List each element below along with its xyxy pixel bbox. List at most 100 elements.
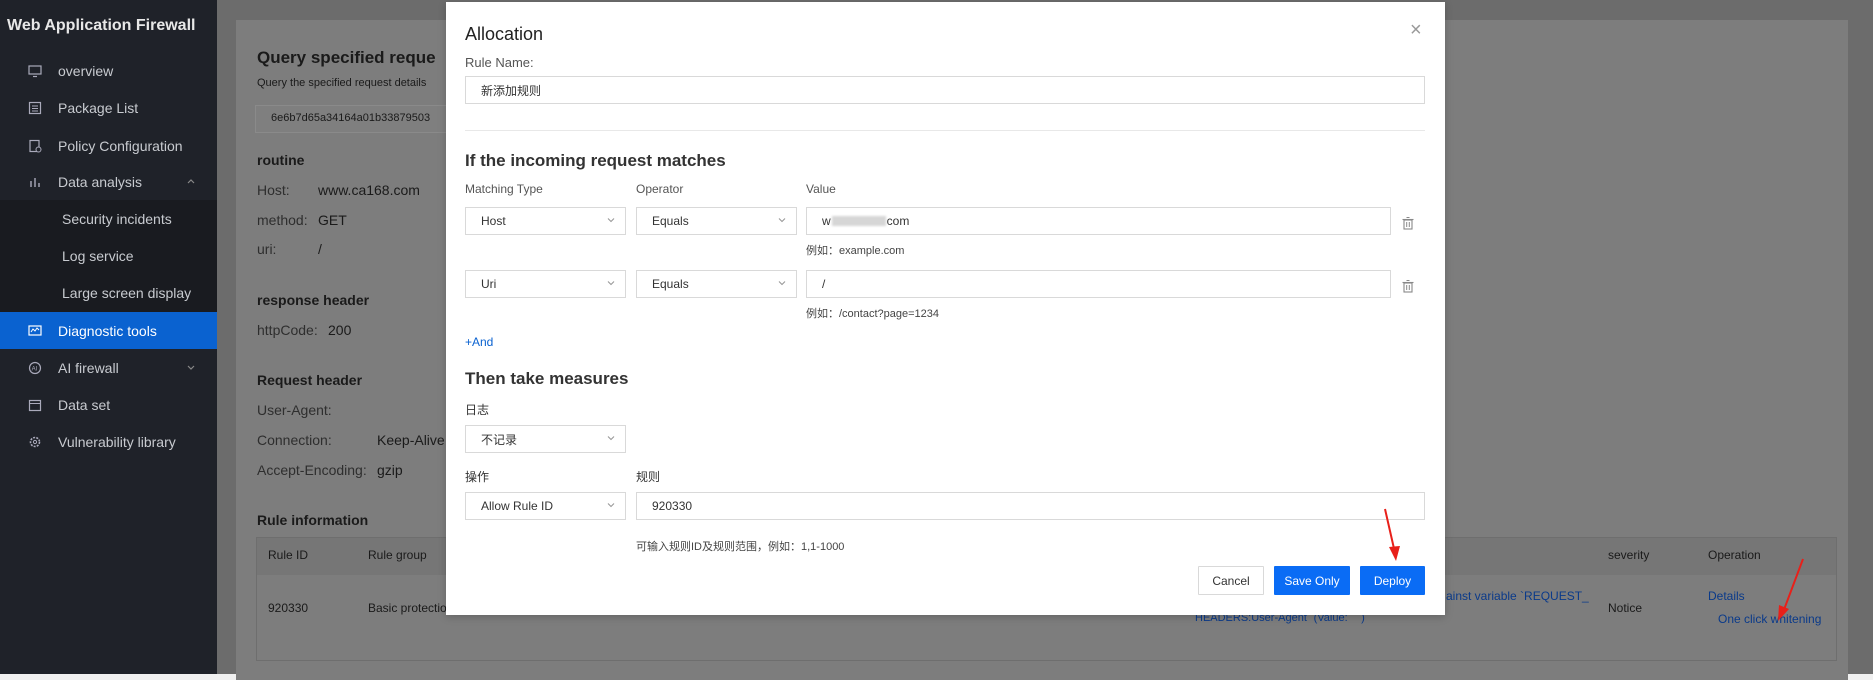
col-rule-group: Rule group xyxy=(368,548,427,562)
operator-select-1[interactable]: Equals xyxy=(636,207,797,235)
sidebar-subitem-security-incidents[interactable]: Security incidents xyxy=(62,211,172,227)
sidebar-subitem-large-screen-display[interactable]: Large screen display xyxy=(62,285,191,301)
col-operation: Operation xyxy=(1708,548,1761,562)
rule-name-label: Rule Name: xyxy=(465,55,534,70)
brand-title: Web Application Firewall xyxy=(7,17,196,34)
rule-id-input[interactable]: 920330 xyxy=(636,492,1425,520)
annotation-arrow-icon xyxy=(1778,558,1804,621)
sidebar-item-label: Policy Configuration xyxy=(58,137,183,154)
value-input-2[interactable]: / xyxy=(806,270,1391,298)
value-input-1[interactable]: w com xyxy=(806,207,1391,235)
cancel-button[interactable]: Cancel xyxy=(1198,566,1264,595)
sidebar-item-policy-configuration[interactable]: Policy Configuration xyxy=(0,127,217,164)
connection-value: Keep-Alive xyxy=(377,432,445,448)
trash-icon[interactable] xyxy=(1401,216,1415,230)
policy-icon xyxy=(27,138,43,154)
col-rule-id: Rule ID xyxy=(268,548,309,562)
sidebar-item-data-analysis[interactable]: Data analysis xyxy=(0,163,217,200)
select-value: Uri xyxy=(481,277,497,291)
rule-label: 规则 xyxy=(636,470,661,484)
sidebar-item-overview[interactable]: overview xyxy=(0,52,217,89)
value-prefix: w xyxy=(822,214,831,228)
calendar-icon xyxy=(27,397,43,413)
sidebar-item-diagnostic-tools[interactable]: Diagnostic tools xyxy=(0,312,217,349)
select-value: Host xyxy=(481,214,506,228)
method-label: method: xyxy=(257,212,308,228)
col-matching-type: Matching Type xyxy=(465,182,543,196)
divider xyxy=(465,130,1425,131)
value-text: / xyxy=(822,277,826,291)
chevron-down-icon xyxy=(607,436,615,441)
sidebar-item-package-list[interactable]: Package List xyxy=(0,89,217,126)
chevron-down-icon xyxy=(187,365,195,370)
method-value: GET xyxy=(318,212,347,228)
matching-type-select-1[interactable]: Host xyxy=(465,207,626,235)
operator-select-2[interactable]: Equals xyxy=(636,270,797,298)
sidebar-item-data-set[interactable]: Data set xyxy=(0,386,217,423)
sidebar-item-label: AI firewall xyxy=(58,359,119,376)
rule-hint: 可输入规则ID及规则范围，例如：1,1-1000 xyxy=(636,541,845,553)
page-title: Query specified reque xyxy=(257,48,436,67)
rule-information-heading: Rule information xyxy=(257,512,369,528)
data-analysis-submenu: Security incidents Log service Large scr… xyxy=(0,200,217,312)
response-header-heading: response header xyxy=(257,292,370,308)
httpcode-value: 200 xyxy=(328,322,352,338)
row-rule-group: Basic protectio xyxy=(368,601,447,615)
action-label: 操作 xyxy=(465,470,490,484)
action-select[interactable]: Allow Rule ID xyxy=(465,492,626,520)
chevron-up-icon xyxy=(187,179,195,184)
sidebar-item-label: Data analysis xyxy=(58,173,143,190)
measures-heading: Then take measures xyxy=(465,369,629,388)
httpcode-label: httpCode: xyxy=(257,322,318,338)
list-icon xyxy=(27,100,43,116)
sidebar-item-vulnerability-library[interactable]: Vulnerability library xyxy=(0,423,217,460)
log-select[interactable]: 不记录 xyxy=(465,425,626,453)
row-rule-id: 920330 xyxy=(268,601,309,615)
matching-type-select-2[interactable]: Uri xyxy=(465,270,626,298)
accept-encoding-label: Accept-Encoding: xyxy=(257,462,367,478)
trash-icon[interactable] xyxy=(1401,279,1415,293)
value-hint-1: 例如：example.com xyxy=(806,245,905,257)
chart-icon xyxy=(27,174,43,190)
dialog-title: Allocation xyxy=(465,24,544,44)
sidebar-subitem-log-service[interactable]: Log service xyxy=(62,248,134,264)
sidebar-item-ai-firewall[interactable]: AI AI firewall xyxy=(0,349,217,386)
select-value: 不记录 xyxy=(481,432,518,447)
request-id-input[interactable]: 6e6b7d65a34164a01b33879503 xyxy=(255,105,465,133)
chevron-down-icon xyxy=(778,218,786,223)
match-heading: If the incoming request matches xyxy=(465,151,726,170)
rule-name-value: 新添加规则 xyxy=(481,83,542,98)
routine-heading: routine xyxy=(257,152,305,168)
user-agent-label: User-Agent: xyxy=(257,402,332,418)
log-label: 日志 xyxy=(465,403,490,417)
row-severity: Notice xyxy=(1608,601,1643,615)
col-severity: severity xyxy=(1608,548,1650,562)
close-icon[interactable]: × xyxy=(1410,20,1422,40)
uri-label: uri: xyxy=(257,241,277,257)
col-operator: Operator xyxy=(636,182,684,196)
value-suffix: com xyxy=(886,214,910,228)
sidebar-item-label: Data set xyxy=(58,396,111,413)
sidebar: Web Application Firewall overview Packag… xyxy=(0,0,217,674)
chevron-down-icon xyxy=(607,218,615,223)
sidebar-item-label: Package List xyxy=(58,99,139,116)
sidebar-item-label: Vulnerability library xyxy=(58,433,176,450)
page-subtitle: Query the specified request details xyxy=(257,77,427,89)
value-hint-2: 例如：/contact?page=1234 xyxy=(806,308,940,320)
save-only-button[interactable]: Save Only xyxy=(1274,566,1350,595)
rule-id-value: 920330 xyxy=(652,499,693,513)
gear-icon xyxy=(27,434,43,450)
annotation-arrow-icon xyxy=(1384,508,1400,561)
add-and-link[interactable]: +And xyxy=(465,335,493,349)
chevron-down-icon xyxy=(607,281,615,286)
rule-name-input[interactable]: 新添加规则 xyxy=(465,76,1425,104)
select-value: Equals xyxy=(652,214,689,228)
deploy-button[interactable]: Deploy xyxy=(1360,566,1425,595)
connection-label: Connection: xyxy=(257,432,332,448)
sidebar-item-label: overview xyxy=(58,62,114,79)
monitor-icon xyxy=(27,63,43,79)
chevron-down-icon xyxy=(778,281,786,286)
allocation-dialog: Allocation × Rule Name: 新添加规则 If the inc… xyxy=(446,2,1445,615)
details-link[interactable]: Details xyxy=(1708,589,1745,603)
ai-icon: AI xyxy=(27,360,43,376)
